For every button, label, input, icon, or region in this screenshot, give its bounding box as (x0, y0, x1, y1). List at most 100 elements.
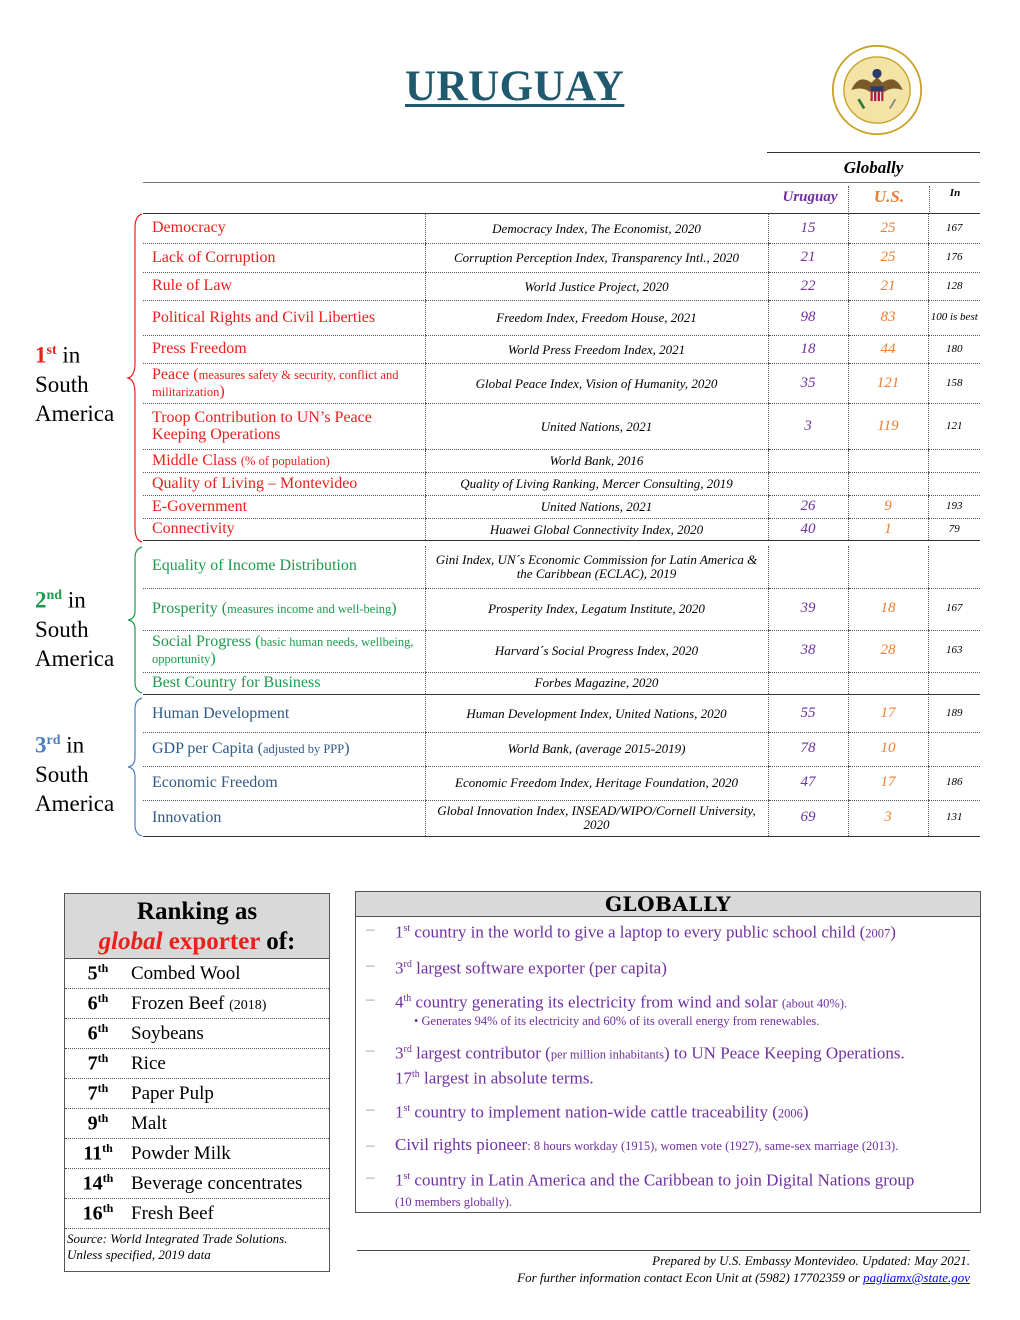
uruguay-rank: 21 (767, 243, 848, 273)
tier-label-text: America (35, 645, 115, 671)
fact-ordinal: 17 (395, 1068, 412, 1088)
export-product: Rice (131, 1053, 166, 1075)
uruguay-rank: 78 (767, 732, 848, 767)
indicator-name: E-Government (143, 495, 425, 519)
total-countries: 158 (927, 363, 980, 404)
uruguay-rank: 18 (767, 335, 848, 364)
export-rank: 14th (65, 1171, 131, 1196)
table-row: Democracy Democracy Index, The Economist… (143, 213, 980, 244)
product-name: Fresh Beef (131, 1202, 214, 1224)
list-item: 5th Combed Wool (65, 959, 329, 989)
product-name: Powder Milk (131, 1142, 231, 1164)
indicator-label: ) (391, 599, 397, 617)
indicator-name: Middle Class (% of population) (143, 449, 425, 473)
list-item: –3rd largest contributor (per million in… (356, 1040, 980, 1088)
us-rank: 18 (847, 588, 928, 631)
list-item: 6th Soybeans (65, 1019, 329, 1049)
indicator-note: (% of population) (240, 453, 330, 468)
product-name: Paper Pulp (131, 1082, 214, 1104)
export-product: Paper Pulp (131, 1083, 214, 1105)
uruguay-rank (767, 672, 848, 695)
rank-number: 14 (82, 1172, 103, 1195)
table-row: Connectivity Huawei Global Connectivity … (143, 518, 980, 541)
rank-number: 7 (87, 1052, 98, 1075)
column-header-us: U.S. (873, 187, 905, 206)
dash-bullet-icon: – (366, 1166, 375, 1186)
rank-suffix: th (102, 1201, 114, 1216)
indicator-label: ) (210, 650, 216, 667)
indicator-name: Innovation (143, 800, 425, 837)
tier-rank: 3 (35, 732, 47, 758)
rank-suffix: th (97, 1051, 109, 1066)
us-rank: 25 (847, 213, 928, 244)
indicator-source: Forbes Magazine, 2020 (424, 672, 768, 695)
table-row: Best Country for Business Forbes Magazin… (143, 672, 980, 695)
table-row: E-Government United Nations, 2021 26 9 1… (143, 495, 980, 519)
total-countries: 121 (927, 403, 980, 450)
fact-text: largest contributor ( (411, 1043, 551, 1063)
fact-ordinal-suffix: th (412, 1068, 420, 1080)
product-name: Soybeans (131, 1022, 204, 1044)
indicator-name: Best Country for Business (143, 672, 425, 695)
indicator-label: Social Progress ( (152, 633, 261, 651)
exporter-ranking-heading: Ranking as global exporter of: (65, 894, 329, 959)
indicator-source: World Bank, 2016 (424, 449, 768, 473)
uruguay-rank: 35 (767, 363, 848, 404)
uruguay-rank: 39 (767, 588, 848, 631)
exporter-ranking-box: Ranking as global exporter of: 5th Combed… (64, 893, 330, 1272)
fact-note: (10 members globally). (395, 1194, 512, 1209)
sub-list-item: • Generates 94% of its electricity and 6… (414, 1013, 820, 1028)
list-item: –1st country in the world to give a lapt… (356, 919, 980, 944)
rank-suffix: th (102, 1141, 113, 1156)
export-rank: 9th (65, 1111, 131, 1136)
uruguay-rank: 47 (767, 766, 848, 801)
us-rank: 121 (847, 363, 928, 404)
divider (929, 186, 930, 212)
dash-bullet-icon: – (366, 1099, 375, 1119)
fact-text: country to implement nation-wide cattle … (410, 1102, 778, 1122)
indicator-source: Democracy Index, The Economist, 2020 (424, 213, 768, 244)
total-countries (927, 449, 980, 473)
list-item: 16th Fresh Beef (65, 1199, 329, 1229)
rank-number: 16 (82, 1202, 103, 1225)
us-rank (847, 472, 928, 496)
list-item: –4th country generating its electricity … (356, 989, 980, 1014)
product-name: Rice (131, 1052, 166, 1074)
indicator-note: measures income and well-being (227, 601, 392, 616)
dash-bullet-icon: – (366, 919, 375, 938)
table-row: Troop Contribution to UN’s Peace Keeping… (143, 403, 980, 450)
export-product: Beverage concentrates (131, 1173, 302, 1195)
indicator-name: Prosperity (measures income and well-bei… (143, 588, 425, 631)
table-row: Quality of Living – Montevideo Quality o… (143, 472, 980, 496)
email-link[interactable]: pagliamx@state.gov (863, 1270, 970, 1285)
table-row: Political Rights and Civil Liberties Fre… (143, 300, 980, 336)
indicator-name: Quality of Living – Montevideo (143, 472, 425, 496)
indicator-source: Economic Freedom Index, Heritage Foundat… (424, 766, 768, 801)
export-rank: 7th (65, 1051, 131, 1076)
rank-suffix: th (97, 1111, 109, 1126)
indicator-source: Global Innovation Index, INSEAD/WIPO/Cor… (424, 800, 768, 837)
list-item: –3rd largest software exporter (per capi… (356, 955, 980, 979)
dash-bullet-icon: – (366, 1134, 375, 1154)
export-rank: 5th (65, 961, 131, 986)
table-row: GDP per Capita (adjusted by PPP) World B… (143, 732, 980, 767)
fact-ordinal-suffix: rd (403, 958, 412, 970)
rank-suffix: th (97, 1081, 109, 1096)
table-row: Innovation Global Innovation Index, INSE… (143, 800, 980, 837)
table-row: Equality of Income Distribution Gini Ind… (143, 546, 980, 589)
table-row: Prosperity (measures income and well-bei… (143, 588, 980, 631)
total-countries: 180 (927, 335, 980, 364)
footer-contact-text: For further information contact Econ Uni… (517, 1270, 864, 1285)
product-note: (2018) (229, 997, 267, 1013)
table-row: Rule of Law World Justice Project, 2020 … (143, 272, 980, 301)
export-rank: 6th (65, 991, 131, 1016)
fact-text: ) (890, 922, 896, 942)
us-rank: 119 (847, 403, 928, 450)
table-row: Human Development Human Development Inde… (143, 697, 980, 733)
total-countries: 79 (927, 518, 980, 541)
product-name: Combed Wool (131, 962, 241, 984)
indicator-label: Prosperity ( (152, 599, 228, 617)
table-row: Middle Class (% of population) World Ban… (143, 449, 980, 473)
us-rank: 1 (847, 518, 928, 541)
tier-label-3rd: 3rd in South America (35, 726, 114, 818)
